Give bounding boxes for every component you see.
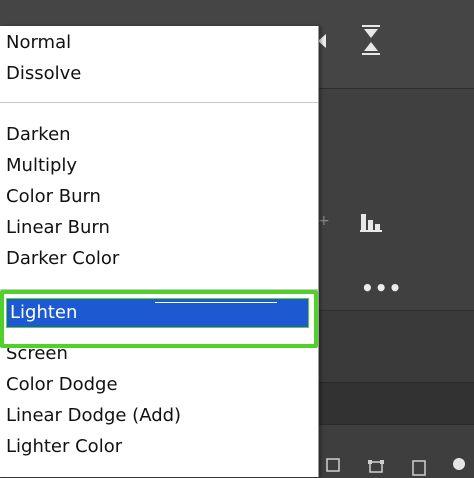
plus-icon: + xyxy=(318,213,330,229)
brush-icon[interactable] xyxy=(450,456,468,476)
hourglass-icon[interactable] xyxy=(360,22,382,60)
blend-option-normal[interactable]: Normal xyxy=(6,29,71,57)
blend-option-dissolve[interactable]: Dissolve xyxy=(6,60,81,88)
more-icon[interactable]: ••• xyxy=(361,278,402,298)
blend-option-screen[interactable]: Screen xyxy=(6,340,68,368)
bottom-toolbar xyxy=(318,456,474,476)
selection-underline xyxy=(155,302,277,303)
hourglass-icon-svg xyxy=(362,25,380,55)
histogram-icon-svg xyxy=(360,214,382,232)
collapse-arrow-icon[interactable] xyxy=(318,34,326,48)
menu-separator xyxy=(0,289,318,290)
blend-mode-dropdown: Normal Dissolve Darken Multiply Color Bu… xyxy=(0,26,319,477)
histogram-icon[interactable] xyxy=(360,212,382,232)
blend-option-darken[interactable]: Darken xyxy=(6,121,71,149)
blend-option-darker-color[interactable]: Darker Color xyxy=(6,245,119,273)
new-layer-icon[interactable] xyxy=(412,460,426,476)
blend-option-linear-burn[interactable]: Linear Burn xyxy=(6,214,110,242)
blend-option-color-burn[interactable]: Color Burn xyxy=(6,183,101,211)
blend-option-lighter-color[interactable]: Lighter Color xyxy=(6,433,122,461)
path-icon[interactable] xyxy=(368,460,384,474)
fx-icon[interactable] xyxy=(326,458,340,472)
blend-option-linear-dodge-add[interactable]: Linear Dodge (Add) xyxy=(6,402,181,430)
blend-option-color-dodge[interactable]: Color Dodge xyxy=(6,371,118,399)
menu-separator xyxy=(0,102,318,103)
blend-option-multiply[interactable]: Multiply xyxy=(6,152,77,180)
blend-option-lighten-label: Lighten xyxy=(10,302,78,323)
